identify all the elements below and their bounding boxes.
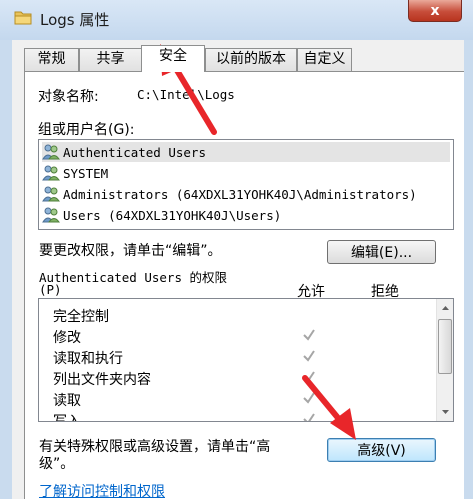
group-or-user-label: 组或用户名(G): (38, 122, 135, 138)
edit-button[interactable]: 编辑(E)... (327, 240, 436, 264)
permission-name: 列出文件夹内容 (53, 372, 151, 388)
list-item[interactable]: SYSTEM (42, 163, 450, 183)
user-group-icon (42, 165, 60, 181)
permission-name: 修改 (53, 330, 81, 346)
advanced-button-label: 高级(V) (357, 443, 406, 459)
scroll-down-icon[interactable] (440, 406, 451, 417)
tab-label: 常规 (37, 51, 66, 67)
user-group-icon (42, 207, 60, 223)
object-name-value: C:\Intel\Logs (137, 87, 235, 102)
user-name: SYSTEM (63, 165, 109, 181)
tab-general[interactable]: 常规 (24, 48, 79, 71)
checkmark-icon (303, 329, 315, 341)
scroll-thumb[interactable] (438, 319, 452, 374)
list-item[interactable]: Administrators (64XDXL31YOHK40J\Administ… (42, 184, 450, 204)
user-name: Authenticated Users (63, 144, 206, 160)
permissions-scrollbar[interactable] (436, 299, 453, 421)
permission-name: 读取和执行 (53, 351, 123, 367)
close-icon: x (430, 2, 440, 19)
table-row: 列出文件夹内容 (53, 368, 413, 389)
close-button[interactable]: x (408, 0, 462, 22)
tab-customize[interactable]: 自定义 (297, 48, 352, 71)
scroll-up-icon[interactable] (440, 303, 451, 314)
user-name: Administrators (64XDXL31YOHK40J\Administ… (63, 186, 417, 202)
advanced-button[interactable]: 高级(V) (327, 438, 436, 462)
permission-name: 读取 (53, 393, 81, 409)
help-link[interactable]: 了解访问控制和权限 (39, 481, 165, 499)
user-name: Users (64XDXL31YOHK40J\Users) (63, 207, 282, 223)
table-row: 完全控制 (53, 305, 413, 326)
list-item[interactable]: Authenticated Users (42, 142, 450, 162)
tab-label: 安全 (159, 48, 187, 64)
object-name-label: 对象名称: (38, 89, 99, 105)
permissions-heading-accesskey: (P) (39, 282, 62, 297)
user-listbox[interactable]: Authenticated Users SYSTEM Administrator… (38, 139, 454, 230)
list-item[interactable]: Users (64XDXL31YOHK40J\Users) (42, 205, 450, 225)
table-row: 写入 (53, 410, 413, 422)
folder-icon (14, 11, 32, 25)
checkmark-icon (303, 413, 315, 421)
permissions-list: 完全控制 修改 读取和执行 列出文件夹内容 读取 写入 (38, 298, 454, 422)
change-permissions-text: 要更改权限，请单击“编辑”。 (39, 243, 222, 259)
table-row: 修改 (53, 326, 413, 347)
checkmark-icon (303, 392, 315, 404)
title-bar: Logs 属性 x (0, 0, 473, 40)
permission-name: 完全控制 (53, 309, 109, 325)
checkmark-icon (303, 350, 315, 362)
table-row: 读取 (53, 389, 413, 410)
user-group-icon (42, 186, 60, 202)
tab-previous-versions[interactable]: 以前的版本 (205, 48, 297, 71)
tab-label: 以前的版本 (216, 51, 286, 67)
advanced-settings-text-cont: 级”。 (39, 456, 75, 472)
tab-label: 共享 (96, 51, 125, 67)
properties-dialog: 常规 共享 安全 以前的版本 自定义 对象名称: C:\Intel\Logs 组… (12, 40, 464, 499)
edit-button-label: 编辑(E)... (350, 245, 413, 261)
tab-label: 自定义 (303, 51, 346, 67)
permission-name: 写入 (53, 414, 81, 422)
table-row: 读取和执行 (53, 347, 413, 368)
tab-sharing[interactable]: 共享 (79, 48, 142, 71)
user-group-icon (42, 144, 60, 160)
window-title: Logs 属性 (40, 11, 110, 29)
permissions-heading: Authenticated Users 的权限 (39, 270, 228, 285)
tab-security[interactable]: 安全 (141, 45, 205, 72)
checkmark-icon (303, 371, 315, 383)
